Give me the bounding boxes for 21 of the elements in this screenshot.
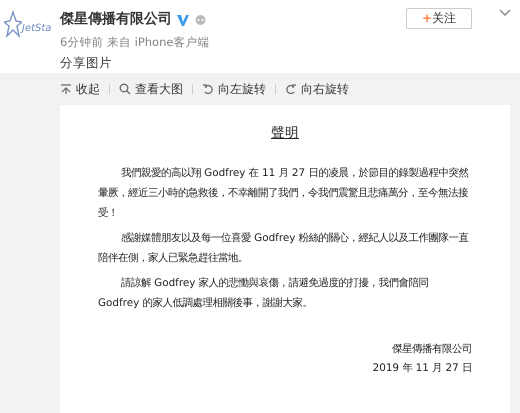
follow-button[interactable]: +关注: [406, 8, 472, 29]
author-name[interactable]: 傑星傳播有限公司: [60, 9, 172, 30]
document-title: 聲明: [270, 124, 300, 143]
toolbar-button[interactable]: 向右旋转: [285, 80, 349, 98]
toolbar-button[interactable]: 收起: [60, 80, 100, 98]
rotate-right-icon: [285, 83, 297, 95]
rotate-left-icon: [202, 83, 214, 95]
signature: 傑星傳播有限公司: [391, 342, 472, 358]
toolbar-button[interactable]: 查看大图: [119, 80, 183, 98]
document-paragraph: 我們親愛的高以翔 Godfrey 在 11 月 27 日的凌晨，於節目的錄製過程中突然暈厥，經近三小時的急救後，不幸離開了我們，令我們震驚且悲痛萬分，至今無法接受！: [98, 166, 470, 222]
robot-icon: [194, 13, 207, 26]
logo-text: JetSta: [22, 22, 52, 36]
collapse-icon: [60, 83, 72, 95]
document-date: 2019 年 11 月 27 日: [372, 361, 472, 376]
document-paragraph: 感謝媒體朋友以及每一位喜愛 Godfrey 粉絲的關心，經紀人以及工作團隊一直陪伴在側，家人已緊急趕往當地。: [98, 231, 470, 266]
chevron-icon[interactable]: [499, 9, 511, 17]
post-meta: 6分钟前 来自 iPhone客户端: [60, 34, 210, 51]
toolbar-button[interactable]: 向左旋转: [202, 80, 266, 98]
post-text: 分享图片: [60, 54, 112, 72]
search-icon: [119, 83, 131, 95]
document-paragraph: 請諒解 Godfrey 家人的悲慟與哀傷，請避免過度的打擾，我們會陪同 Godfrey 的家人低調處理相關後事，謝謝大家。: [98, 276, 430, 312]
